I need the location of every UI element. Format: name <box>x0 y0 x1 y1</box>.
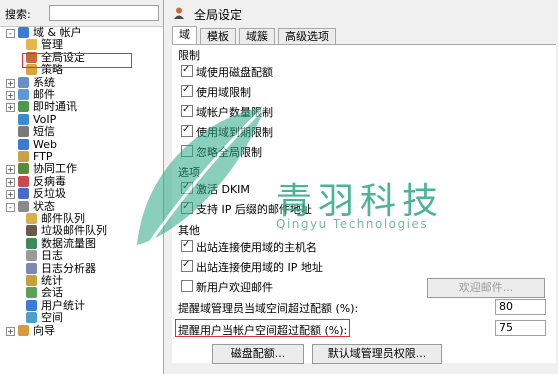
chat-icon <box>18 101 29 113</box>
traffic-chart-icon <box>26 237 37 249</box>
admin-quota-input[interactable]: 80 <box>495 299 546 315</box>
sms-icon <box>18 126 29 138</box>
search-input[interactable] <box>49 5 159 21</box>
tree-item-label: VoIP <box>33 112 57 126</box>
stats-icon <box>26 275 37 286</box>
checkbox-label[interactable]: 域使用磁盘配额 <box>196 64 273 80</box>
mail-icon <box>18 89 29 100</box>
system-icon <box>18 76 29 88</box>
tree-item-label: 日志 <box>41 249 63 263</box>
tree-item[interactable]: 统计 <box>0 275 163 287</box>
tree-item-label: 用户统计 <box>41 298 85 312</box>
space-icon <box>26 312 37 324</box>
checkbox[interactable] <box>181 280 193 292</box>
selected-item-highlight <box>22 53 132 68</box>
folder-icon <box>26 39 37 51</box>
tree-item-label: 短信 <box>33 125 55 139</box>
expand-icon[interactable]: + <box>6 177 15 187</box>
globe-icon <box>18 27 29 38</box>
expand-icon[interactable]: + <box>6 78 15 88</box>
log-icon <box>26 250 37 262</box>
search-bar: 搜索: <box>0 0 163 27</box>
disk-quota-button[interactable]: 磁盘配额... <box>212 344 304 364</box>
expand-icon[interactable]: + <box>6 165 15 175</box>
tree-item-label: 数据流量图 <box>41 236 96 250</box>
antispam-icon <box>18 188 29 200</box>
tree-item-label: Web <box>33 137 57 151</box>
queue-icon <box>26 213 37 224</box>
tab-advanced-options[interactable]: 高级选项 <box>278 28 336 44</box>
collapse-icon[interactable]: - <box>6 29 15 38</box>
feather-logo-watermark <box>131 105 267 268</box>
search-label: 搜索: <box>5 8 31 21</box>
log-analyzer-icon <box>26 262 37 274</box>
tree-item-label: 垃圾邮件队列 <box>41 224 107 238</box>
tree-item[interactable]: -域 & 帐户 <box>0 27 163 39</box>
tree-item-label: 统计 <box>41 274 63 287</box>
wizard-icon <box>18 324 29 336</box>
groupware-icon <box>18 163 29 175</box>
web-icon <box>18 138 29 150</box>
tab-domain[interactable]: 域 <box>172 26 197 45</box>
tab-domain-clusters[interactable]: 域簇 <box>239 28 275 44</box>
tree-item-label: 向导 <box>33 323 55 337</box>
tree-item-label: 会话 <box>41 286 63 300</box>
expand-icon[interactable]: + <box>6 91 15 100</box>
tree-item[interactable]: + 向导 <box>0 323 163 337</box>
user-stats-icon <box>26 299 37 311</box>
tree-item-label: 即时通讯 <box>33 100 77 114</box>
tree-item-label: 状态 <box>33 199 55 213</box>
tree-item-label: 反垃圾 <box>33 187 66 201</box>
page-title: 全局设定 <box>194 8 243 22</box>
default-admin-rights-button[interactable]: 默认域管理员权限... <box>312 344 442 364</box>
watermark-subtext: Qingyu Technologies <box>276 217 429 231</box>
expand-icon[interactable]: + <box>6 190 15 200</box>
tab-templates[interactable]: 模板 <box>200 28 236 44</box>
tree-item[interactable]: 用户统计 <box>0 298 163 312</box>
tree-item-label: 空间 <box>41 311 63 325</box>
tree-item-label: 日志分析器 <box>41 261 96 275</box>
expand-icon[interactable]: + <box>6 103 15 113</box>
tree-item[interactable]: 空间 <box>0 312 163 324</box>
antivirus-icon <box>18 175 29 187</box>
tree-item-label: 管理 <box>41 38 63 52</box>
spam-queue-icon <box>26 225 37 237</box>
voip-icon <box>18 113 29 125</box>
expand-icon[interactable]: + <box>6 326 15 336</box>
tree-item[interactable]: 会话 <box>0 287 163 299</box>
tree-item-label: 系统 <box>33 75 55 89</box>
section-limits: 限制 <box>178 49 200 62</box>
tree-item[interactable]: + 系统 <box>0 75 163 89</box>
tree-item[interactable]: 管理 <box>0 39 163 51</box>
welcome-mail-button[interactable]: 欢迎邮件... <box>427 278 545 298</box>
admin-quota-label: 提醒域管理员当域空间超过配额 (%): <box>178 302 359 315</box>
user-settings-icon <box>174 7 184 19</box>
checkbox-label[interactable]: 新用户欢迎邮件 <box>196 279 273 295</box>
tree-item-label: 反病毒 <box>33 174 66 188</box>
user-quota-highlight <box>175 319 350 337</box>
tree-item-label: 协同工作 <box>33 162 77 176</box>
collapse-icon[interactable]: - <box>6 202 15 212</box>
tree-item-label: 邮件 <box>33 88 55 101</box>
status-icon <box>18 200 29 212</box>
checkbox[interactable] <box>181 64 193 77</box>
user-quota-input[interactable]: 75 <box>495 320 546 336</box>
ftp-icon <box>18 151 29 162</box>
session-icon <box>26 287 37 299</box>
